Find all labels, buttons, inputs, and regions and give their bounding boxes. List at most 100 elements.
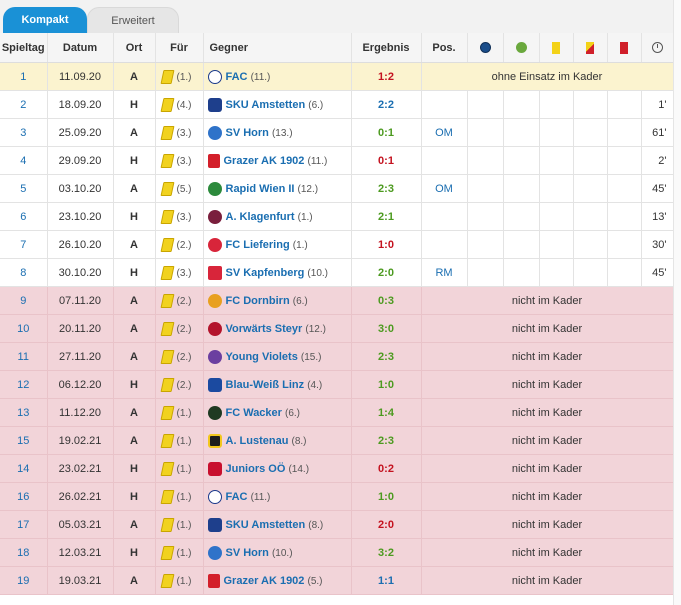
header-red[interactable] [607,33,642,63]
opponent-link[interactable]: Juniors OÖ [226,462,286,474]
result-link[interactable]: 1:1 [351,566,422,595]
result-link[interactable]: 1:0 [351,370,422,399]
result-link[interactable]: 1:0 [351,482,422,511]
tab-extended[interactable]: Erweitert [87,7,179,33]
opponent-logo-icon[interactable] [207,321,222,336]
match-table: Spieltag Datum Ort Für Gegner Ergebnis P… [0,33,673,595]
round-cell[interactable]: 5 [0,174,48,203]
round-cell[interactable]: 2 [0,90,48,119]
round-cell[interactable]: 16 [0,482,48,511]
round-cell[interactable]: 11 [0,342,48,371]
opponent-logo-icon[interactable] [207,461,222,476]
result-link[interactable]: 0:3 [351,286,422,315]
opponent-link[interactable]: FC Dornbirn [226,294,290,306]
opponent-logo-icon[interactable] [207,545,222,560]
own-club-logo-icon [160,125,174,140]
opponent-logo-icon[interactable] [207,181,222,196]
round-cell[interactable]: 13 [0,398,48,427]
header-opponent[interactable]: Gegner [203,33,352,63]
opponent-link[interactable]: SKU Amstetten [226,518,306,530]
result-link[interactable]: 0:1 [351,118,422,147]
opponent-link[interactable]: FC Liefering [226,238,290,250]
header-round[interactable]: Spieltag [0,33,48,63]
match-table-container: Spieltag Datum Ort Für Gegner Ergebnis P… [0,33,673,605]
round-cell[interactable]: 19 [0,566,48,595]
header-yellow[interactable] [539,33,574,63]
header-minutes[interactable] [641,33,673,63]
result-link[interactable]: 2:1 [351,202,422,231]
opponent-logo-icon[interactable] [207,433,222,448]
page-scrollbar[interactable] [673,0,681,605]
header-assists[interactable] [503,33,540,63]
round-cell[interactable]: 8 [0,258,48,287]
header-goals[interactable] [467,33,504,63]
round-cell[interactable]: 14 [0,454,48,483]
round-cell[interactable]: 12 [0,370,48,399]
opponent-link[interactable]: SV Kapfenberg [226,266,305,278]
own-club-logo-icon [160,321,174,336]
opponent-logo-icon[interactable] [207,349,222,364]
opponent-link[interactable]: Grazer AK 1902 [224,574,305,586]
opponent-logo-icon[interactable] [207,69,222,84]
opponent-logo-icon[interactable] [207,125,222,140]
opponent-logo-icon[interactable] [207,377,222,392]
opponent-link[interactable]: FAC [226,70,248,82]
header-venue[interactable]: Ort [113,33,156,63]
opponent-logo-icon[interactable] [207,97,222,112]
result-link[interactable]: 2:3 [351,174,422,203]
opponent-link[interactable]: Blau-Weiß Linz [226,378,305,390]
result-link[interactable]: 2:3 [351,342,422,371]
header-date[interactable]: Datum [47,33,114,63]
round-cell[interactable]: 18 [0,538,48,567]
opponent-link[interactable]: Vorwärts Steyr [226,322,303,334]
header-position[interactable]: Pos. [421,33,468,63]
result-link[interactable]: 2:3 [351,426,422,455]
result-link[interactable]: 1:4 [351,398,422,427]
result-link[interactable]: 3:2 [351,538,422,567]
opponent-link[interactable]: Rapid Wien II [226,182,295,194]
result-link[interactable]: 0:2 [351,454,422,483]
opponent-logo-icon[interactable] [207,265,222,280]
result-link[interactable]: 3:0 [351,314,422,343]
opponent-logo-icon[interactable] [207,517,222,532]
opponent-logo-icon[interactable] [207,489,222,504]
opponent-logo-icon[interactable] [207,293,222,308]
goals-cell [467,202,504,231]
result-link[interactable]: 2:2 [351,90,422,119]
opponent-link[interactable]: SKU Amstetten [226,98,306,110]
for-cell: (1.) [155,426,204,455]
round-cell[interactable]: 15 [0,426,48,455]
header-yellow-red[interactable] [573,33,608,63]
opponent-logo-icon[interactable] [207,573,220,588]
round-cell[interactable]: 10 [0,314,48,343]
opponent-link[interactable]: A. Klagenfurt [226,210,295,222]
opponent-link[interactable]: SV Horn [226,546,269,558]
for-rank: (2.) [176,323,192,335]
result-link[interactable]: 2:0 [351,510,422,539]
round-cell[interactable]: 7 [0,230,48,259]
result-link[interactable]: 2:0 [351,258,422,287]
result-link[interactable]: 1:2 [351,62,422,91]
opponent-link[interactable]: A. Lustenau [226,434,289,446]
table-row: 11 27.11.20 A (2.) Young Violets (15.) 2:3 nic… [0,342,673,371]
round-cell[interactable]: 6 [0,202,48,231]
round-cell[interactable]: 3 [0,118,48,147]
opponent-link[interactable]: Grazer AK 1902 [224,154,305,166]
opponent-link[interactable]: FAC [226,490,248,502]
result-link[interactable]: 1:0 [351,230,422,259]
round-cell[interactable]: 17 [0,510,48,539]
opponent-link[interactable]: FC Wacker [226,406,282,418]
round-cell[interactable]: 9 [0,286,48,315]
opponent-logo-icon[interactable] [207,209,222,224]
round-cell[interactable]: 4 [0,146,48,175]
opponent-logo-icon[interactable] [207,237,222,252]
header-result[interactable]: Ergebnis [351,33,422,63]
opponent-logo-icon[interactable] [207,153,220,168]
tab-compact[interactable]: Kompakt [3,7,87,33]
opponent-link[interactable]: Young Violets [226,350,298,362]
opponent-link[interactable]: SV Horn [226,126,269,138]
opponent-logo-icon[interactable] [207,405,222,420]
result-link[interactable]: 0:1 [351,146,422,175]
header-for[interactable]: Für [155,33,204,63]
round-cell[interactable]: 1 [0,62,48,91]
